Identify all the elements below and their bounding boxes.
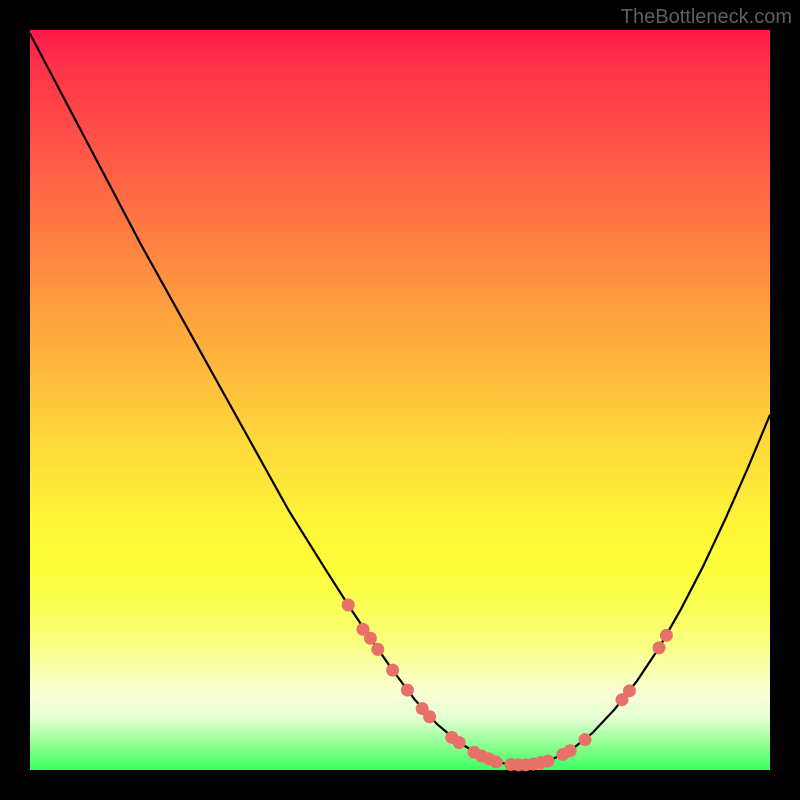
- curve-dot: [364, 632, 377, 645]
- curve-dots: [342, 598, 673, 771]
- watermark-text: TheBottleneck.com: [621, 6, 792, 29]
- curve-dot: [423, 710, 436, 723]
- curve-dot: [660, 629, 673, 642]
- curve-dot: [542, 755, 555, 768]
- curve-dot: [401, 684, 414, 697]
- curve-path: [30, 34, 770, 765]
- curve-dot: [453, 736, 466, 749]
- curve-dot: [371, 643, 384, 656]
- curve-dot: [579, 733, 592, 746]
- curve-dot: [386, 664, 399, 677]
- curve-dot: [623, 684, 636, 697]
- curve-dot: [490, 755, 503, 768]
- bottleneck-curve: [30, 30, 770, 770]
- curve-dot: [564, 744, 577, 757]
- curve-dot: [653, 641, 666, 654]
- curve-dot: [342, 598, 355, 611]
